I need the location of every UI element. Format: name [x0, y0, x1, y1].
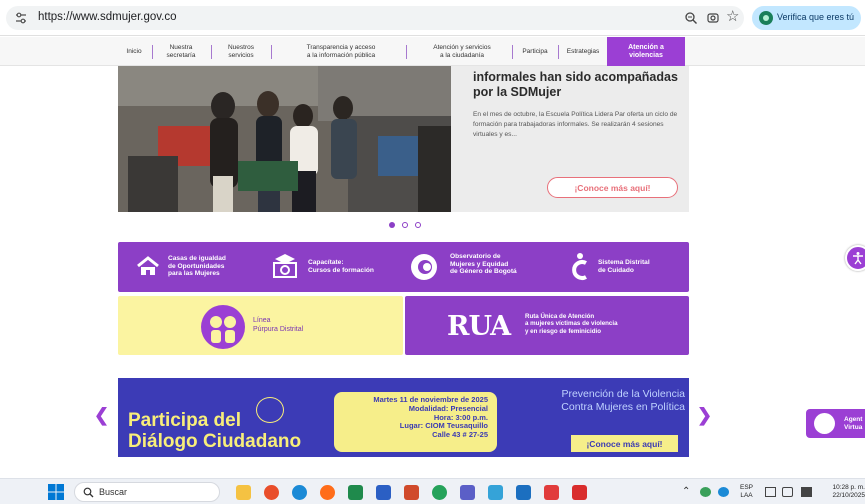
services-band: Casas de igualdad de Oportunidades para …	[118, 242, 689, 292]
graduation-cap-icon	[273, 254, 297, 278]
carousel-dot[interactable]	[402, 222, 408, 228]
rua-card[interactable]: RUA Ruta Única de Atención a mujeres víc…	[405, 296, 689, 355]
onedrive-icon[interactable]	[718, 487, 729, 497]
calculator-icon[interactable]	[516, 485, 531, 500]
bookmark-star-icon[interactable]: ☆	[726, 9, 739, 25]
carousel-dot[interactable]	[415, 222, 421, 228]
event-details-box: Martes 11 de noviembre de 2025 Modalidad…	[334, 392, 497, 452]
browser-toolbar: https://www.sdmujer.gov.co ☆ Verifica qu…	[0, 0, 865, 36]
site-navigation: Inicio Nuestra secretaría Nuestros servi…	[0, 37, 865, 66]
hero-description: En el mes de octubre, la Escuela Polític…	[473, 111, 678, 138]
service-sistema-cuidado[interactable]: Sistema Distrital de Cuidado	[568, 242, 688, 292]
agent-avatar-icon	[814, 413, 835, 434]
nav-item-inicio[interactable]: Inicio	[120, 37, 148, 66]
address-bar[interactable]: https://www.sdmujer.gov.co ☆	[6, 6, 744, 30]
nav-divider	[406, 45, 407, 59]
nav-divider	[211, 45, 212, 59]
nav-divider	[271, 45, 272, 59]
volume-icon[interactable]	[782, 487, 793, 497]
windows-start-icon[interactable]	[48, 484, 64, 500]
taskbar-search[interactable]: Buscar	[74, 482, 220, 502]
clock[interactable]: 10:28 p. m. 22/10/2025	[822, 484, 865, 500]
service-observatorio[interactable]: Observatorio de Mujeres y Equidad de Gén…	[410, 242, 550, 292]
service-casas-label: Casas de igualdad de Oportunidades para …	[168, 255, 226, 278]
linea-purpura-icon	[201, 305, 245, 349]
care-system-icon	[572, 253, 587, 280]
nav-divider	[512, 45, 513, 59]
accessibility-button[interactable]	[845, 245, 865, 271]
shield-icon	[759, 11, 773, 25]
firefox-icon[interactable]	[320, 485, 335, 500]
search-placeholder: Buscar	[99, 487, 128, 497]
nav-item-nuestros-servicios[interactable]: Nuestros servicios	[217, 37, 265, 66]
accessibility-icon	[853, 252, 863, 265]
virtual-agent-button[interactable]: Agent Virtua	[806, 409, 865, 438]
excel-icon[interactable]	[348, 485, 363, 500]
hero-title: informales han sido acompañadas por la S…	[473, 70, 678, 99]
service-sistema-label: Sistema Distrital de Cuidado	[598, 259, 650, 274]
file-explorer-icon[interactable]	[236, 485, 251, 500]
google-lens-icon[interactable]	[706, 11, 720, 25]
windows-taskbar: Buscar ⌃ ESP LAA 10:28 p. m. 22/10/2025	[0, 478, 865, 504]
nav-item-atencion-violencias[interactable]: Atención a violencias	[607, 37, 685, 66]
word-icon[interactable]	[376, 485, 391, 500]
app-icon-red[interactable]	[544, 485, 559, 500]
pdf-reader-icon[interactable]	[572, 485, 587, 500]
rua-label: Ruta Única de Atención a mujeres víctima…	[525, 313, 618, 335]
observatory-eye-icon	[411, 254, 437, 280]
whatsapp-icon[interactable]	[432, 485, 447, 500]
service-observatorio-label: Observatorio de Mujeres y Equidad de Gén…	[450, 253, 517, 276]
nav-item-atencion-servicios[interactable]: Atención y servicios a la ciudadanía	[422, 37, 502, 66]
url-text[interactable]: https://www.sdmujer.gov.co	[38, 11, 176, 23]
nav-item-nuestra-secretaria[interactable]: Nuestra secretaría	[157, 37, 205, 66]
tray-chevron-icon[interactable]: ⌃	[682, 486, 690, 497]
teams-icon[interactable]	[460, 485, 475, 500]
hero-cta-button[interactable]: ¡Conoce más aquí!	[547, 177, 678, 198]
banner-headline: Prevención de la Violencia Contra Mujere…	[561, 388, 685, 413]
linea-purpura-label: Línea Púrpura Distrital	[253, 317, 304, 333]
service-capacitate[interactable]: Capacítate: Cursos de formación	[272, 242, 402, 292]
hero-photo	[118, 66, 451, 212]
carousel-next-arrow[interactable]: ❯	[697, 405, 712, 425]
battery-icon[interactable]	[801, 487, 812, 497]
rua-logo: RUA	[447, 311, 511, 342]
chrome-icon[interactable]	[264, 485, 279, 500]
tray-app-icon[interactable]	[700, 487, 711, 497]
agent-label: Agent Virtua	[844, 416, 863, 431]
banner-cta-button[interactable]: ¡Conoce más aquí!	[571, 435, 678, 452]
carousel-dot-active[interactable]	[389, 222, 395, 228]
service-capacitate-label: Capacítate: Cursos de formación	[308, 259, 374, 274]
dialogo-banner[interactable]: Participa del Diálogo Ciudadano Martes 1…	[118, 378, 689, 457]
site-info-icon[interactable]	[14, 11, 28, 25]
nav-item-participa[interactable]: Participa	[518, 37, 552, 66]
nav-item-transparencia[interactable]: Transparencia y acceso a la información …	[290, 37, 392, 66]
verify-label: Verifica que eres tú	[777, 12, 855, 22]
zoom-icon[interactable]	[684, 11, 698, 25]
verify-button[interactable]: Verifica que eres tú	[752, 6, 861, 30]
language-indicator[interactable]: ESP LAA	[740, 484, 753, 500]
app-icon[interactable]	[488, 485, 503, 500]
house-icon	[137, 256, 159, 275]
nav-divider	[558, 45, 559, 59]
service-casas-igualdad[interactable]: Casas de igualdad de Oportunidades para …	[136, 242, 266, 292]
linea-purpura-card[interactable]: Línea Púrpura Distrital	[118, 296, 403, 355]
carousel-prev-arrow[interactable]: ❮	[94, 405, 109, 425]
edge-icon[interactable]	[292, 485, 307, 500]
search-icon	[83, 487, 94, 498]
event-details: Martes 11 de noviembre de 2025 Modalidad…	[373, 395, 488, 440]
nav-divider	[152, 45, 153, 59]
network-icon[interactable]	[765, 487, 776, 497]
nav-item-estrategias[interactable]: Estrategias	[562, 37, 604, 66]
powerpoint-icon[interactable]	[404, 485, 419, 500]
speech-bubble-icon	[256, 397, 284, 423]
